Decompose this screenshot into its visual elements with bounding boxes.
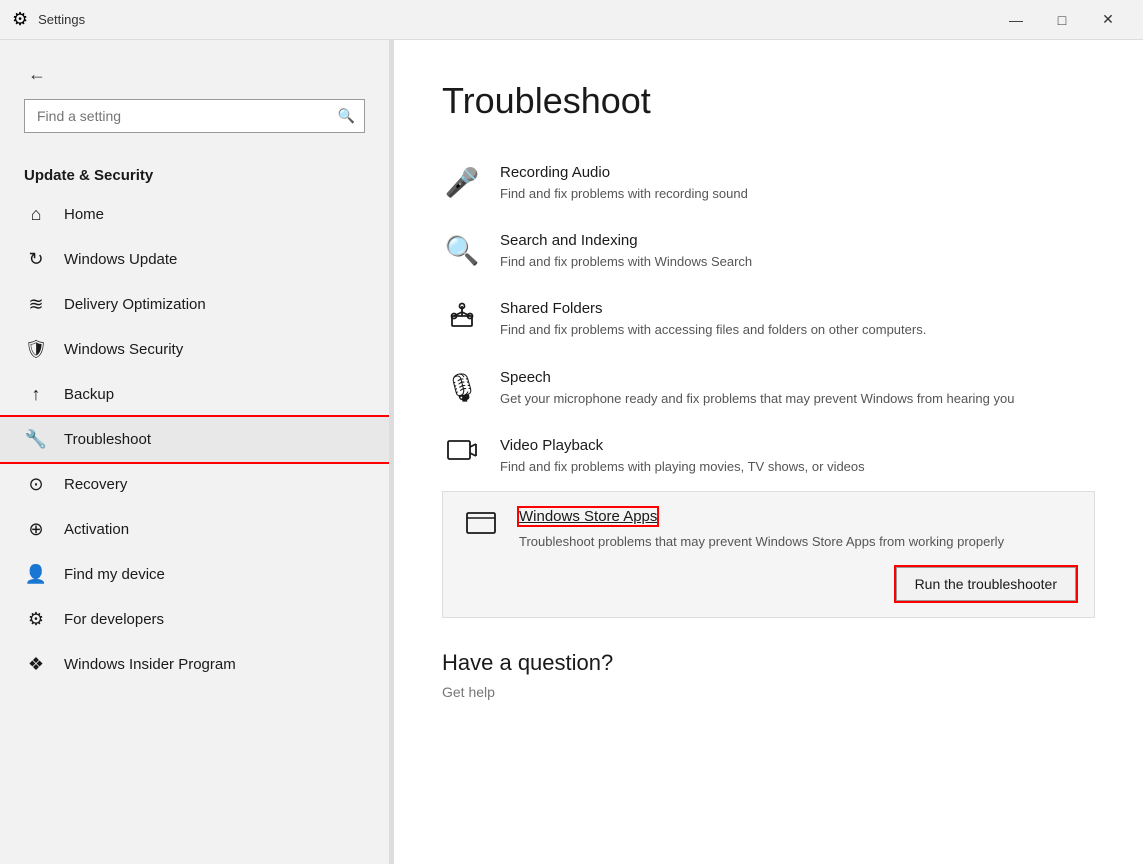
sidebar-item-home[interactable]: ⌂ Home — [0, 192, 389, 237]
speech-desc: Get your microphone ready and fix proble… — [500, 390, 1014, 408]
video-playback-icon — [442, 439, 482, 471]
titlebar: ⚙ Settings — □ ✕ — [0, 0, 1143, 40]
speech-text: Speech Get your microphone ready and fix… — [500, 369, 1014, 408]
delivery-icon: ≋ — [24, 294, 48, 315]
sidebar-item-label: Windows Insider Program — [64, 656, 236, 673]
windows-store-apps-icon — [461, 510, 501, 543]
troubleshoot-item-recording-audio[interactable]: 🎤 Recording Audio Find and fix problems … — [442, 150, 1095, 218]
troubleshoot-item-shared-folders[interactable]: Shared Folders Find and fix problems wit… — [442, 286, 1095, 354]
troubleshoot-item-search-indexing[interactable]: 🔍 Search and Indexing Find and fix probl… — [442, 218, 1095, 286]
insider-icon: ❖ — [24, 654, 48, 675]
get-help-link[interactable]: Get help — [442, 684, 495, 700]
windows-store-apps-title: Windows Store Apps — [519, 508, 657, 525]
shared-folders-icon — [442, 302, 482, 337]
developers-icon: ⚙ — [24, 609, 48, 630]
sidebar-item-label: Windows Security — [64, 341, 183, 358]
sidebar-top: ← 🔍 — [0, 40, 389, 159]
sidebar-item-troubleshoot[interactable]: 🔧 Troubleshoot — [0, 417, 389, 462]
security-icon: 🛡 — [24, 339, 48, 360]
windows-store-apps-top: Windows Store Apps Troubleshoot problems… — [461, 508, 1076, 551]
sidebar-item-windows-update[interactable]: ↻ Windows Update — [0, 237, 389, 282]
recovery-icon: ⊙ — [24, 474, 48, 495]
windows-store-apps-text: Windows Store Apps Troubleshoot problems… — [519, 508, 1004, 551]
minimize-button[interactable]: — — [993, 4, 1039, 36]
sidebar-nav: ⌂ Home ↻ Windows Update ≋ Delivery Optim… — [0, 192, 389, 687]
troubleshoot-item-speech[interactable]: 🎙 Speech Get your microphone ready and f… — [442, 355, 1095, 423]
video-playback-desc: Find and fix problems with playing movie… — [500, 458, 865, 476]
recording-audio-text: Recording Audio Find and fix problems wi… — [500, 164, 748, 203]
recording-audio-title: Recording Audio — [500, 164, 748, 181]
search-icon: 🔍 — [338, 108, 355, 125]
sidebar-item-backup[interactable]: ↑ Backup — [0, 372, 389, 417]
sidebar-item-windows-security[interactable]: 🛡 Windows Security — [0, 327, 389, 372]
maximize-button[interactable]: □ — [1039, 4, 1085, 36]
shared-folders-text: Shared Folders Find and fix problems wit… — [500, 300, 926, 339]
troubleshoot-item-windows-store-apps[interactable]: Windows Store Apps Troubleshoot problems… — [442, 491, 1095, 618]
window-title: Settings — [38, 12, 993, 27]
sidebar-item-activation[interactable]: ⊕ Activation — [0, 507, 389, 552]
troubleshoot-item-video-playback[interactable]: Video Playback Find and fix problems wit… — [442, 423, 1095, 491]
shared-folders-title: Shared Folders — [500, 300, 926, 317]
home-icon: ⌂ — [24, 204, 48, 225]
sidebar-item-recovery[interactable]: ⊙ Recovery — [0, 462, 389, 507]
video-playback-text: Video Playback Find and fix problems wit… — [500, 437, 865, 476]
update-icon: ↻ — [24, 249, 48, 270]
recording-audio-icon: 🎤 — [442, 166, 482, 199]
run-btn-container: Run the troubleshooter — [461, 567, 1076, 601]
settings-logo-icon: ⚙ — [12, 9, 28, 30]
sidebar-item-label: For developers — [64, 611, 164, 628]
run-troubleshooter-button[interactable]: Run the troubleshooter — [896, 567, 1076, 601]
sidebar-item-label: Home — [64, 206, 104, 223]
recording-audio-desc: Find and fix problems with recording sou… — [500, 185, 748, 203]
sidebar-item-for-developers[interactable]: ⚙ For developers — [0, 597, 389, 642]
search-indexing-title: Search and Indexing — [500, 232, 752, 249]
have-question-title: Have a question? — [442, 650, 1095, 676]
find-device-icon: 👤 — [24, 564, 48, 585]
sidebar-section-title: Update & Security — [0, 159, 389, 192]
speech-icon: 🎙 — [442, 371, 482, 404]
troubleshoot-icon: 🔧 — [24, 429, 48, 450]
window-controls: — □ ✕ — [993, 4, 1131, 36]
video-playback-title: Video Playback — [500, 437, 865, 454]
sidebar-item-find-my-device[interactable]: 👤 Find my device — [0, 552, 389, 597]
sidebar-item-label: Troubleshoot — [64, 431, 151, 448]
content-area: Troubleshoot 🎤 Recording Audio Find and … — [394, 40, 1143, 864]
sidebar-item-windows-insider[interactable]: ❖ Windows Insider Program — [0, 642, 389, 687]
sidebar-item-delivery-optimization[interactable]: ≋ Delivery Optimization — [0, 282, 389, 327]
activation-icon: ⊕ — [24, 519, 48, 540]
sidebar-item-label: Delivery Optimization — [64, 296, 206, 313]
backup-icon: ↑ — [24, 384, 48, 405]
search-container: 🔍 — [24, 99, 365, 133]
sidebar-item-label: Recovery — [64, 476, 127, 493]
sidebar: ← 🔍 Update & Security ⌂ Home ↻ Windows U… — [0, 40, 390, 864]
search-indexing-desc: Find and fix problems with Windows Searc… — [500, 253, 752, 271]
search-input[interactable] — [24, 99, 365, 133]
sidebar-item-label: Activation — [64, 521, 129, 538]
app-body: ← 🔍 Update & Security ⌂ Home ↻ Windows U… — [0, 40, 1143, 864]
search-indexing-text: Search and Indexing Find and fix problem… — [500, 232, 752, 271]
windows-store-apps-desc: Troubleshoot problems that may prevent W… — [519, 533, 1004, 551]
sidebar-item-label: Backup — [64, 386, 114, 403]
speech-title: Speech — [500, 369, 1014, 386]
shared-folders-desc: Find and fix problems with accessing fil… — [500, 321, 926, 339]
close-button[interactable]: ✕ — [1085, 4, 1131, 36]
sidebar-item-label: Windows Update — [64, 251, 177, 268]
search-indexing-icon: 🔍 — [442, 234, 482, 267]
sidebar-item-label: Find my device — [64, 566, 165, 583]
have-question-section: Have a question? Get help — [442, 650, 1095, 702]
back-button[interactable]: ← — [24, 60, 50, 89]
page-title: Troubleshoot — [442, 80, 1095, 122]
